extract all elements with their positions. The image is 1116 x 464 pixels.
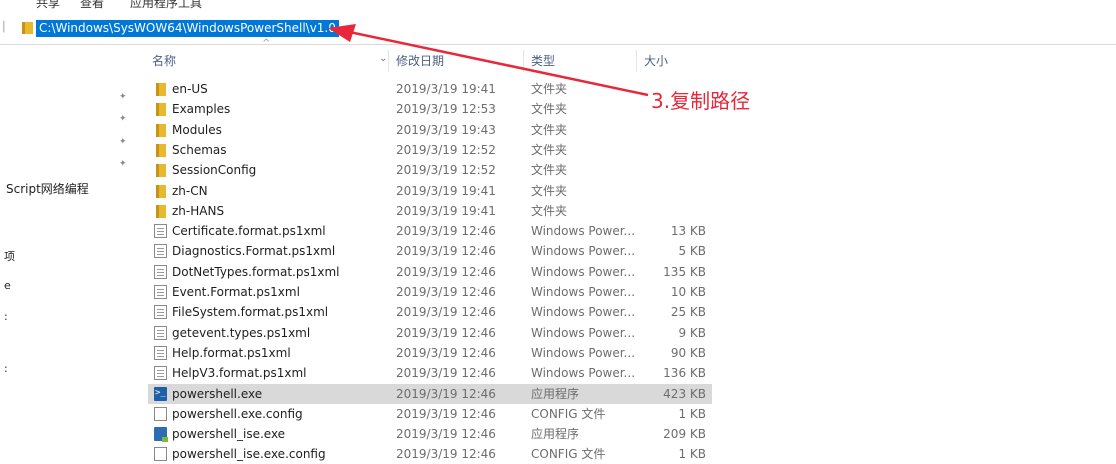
annotation-arrow-icon (328, 24, 649, 97)
arrow-head (328, 24, 356, 42)
arrow-shaft (339, 28, 649, 97)
